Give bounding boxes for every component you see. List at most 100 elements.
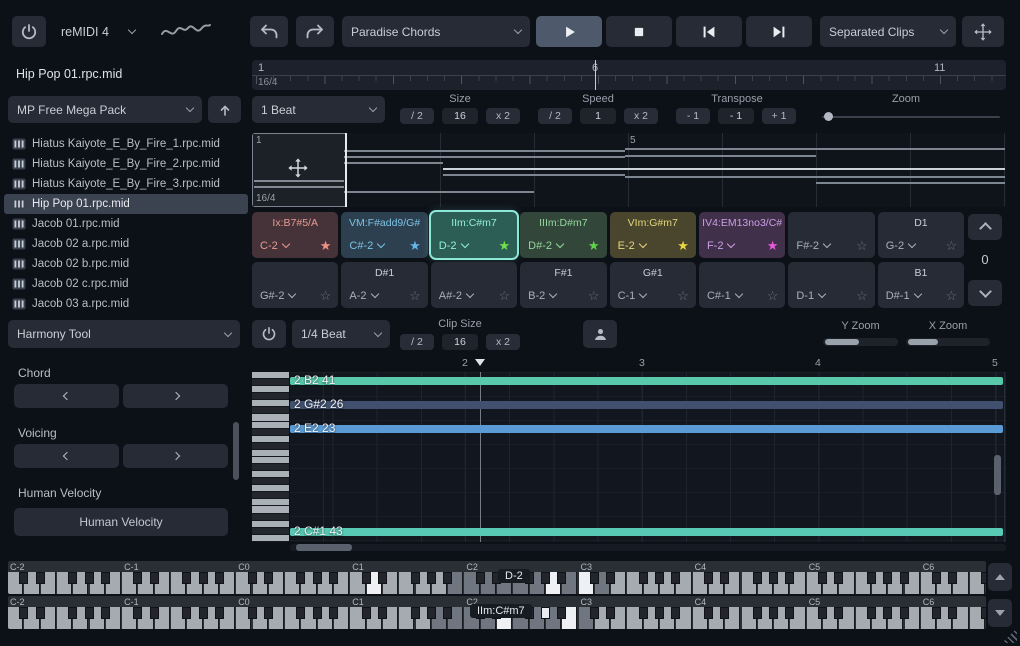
trigger-note-dropdown[interactable]: A#-2 (439, 290, 473, 302)
chord-pad[interactable]: IIIm:D#m7D#-2★ (520, 212, 606, 258)
y-zoom-slider[interactable] (823, 338, 898, 346)
piano-roll-keys[interactable] (252, 372, 290, 542)
black-key[interactable] (182, 607, 191, 619)
black-key[interactable] (150, 607, 159, 619)
mini-white-key[interactable] (252, 386, 289, 393)
trigger-note-dropdown[interactable]: F-2 (707, 240, 735, 252)
black-key[interactable] (362, 607, 371, 619)
black-key[interactable] (606, 607, 615, 619)
black-key[interactable] (36, 572, 45, 584)
black-key[interactable] (720, 572, 729, 584)
black-key[interactable] (639, 572, 648, 584)
chord-pad[interactable]: F#1B-2☆ (520, 262, 606, 308)
black-key[interactable] (948, 572, 957, 584)
roll-hscrollbar[interactable] (290, 544, 1006, 551)
star-icon[interactable]: ☆ (945, 289, 957, 302)
mini-white-key[interactable] (252, 372, 289, 379)
chord-pad[interactable]: C#-1☆ (699, 262, 785, 308)
keyboard-scroll-up-button[interactable] (988, 563, 1012, 591)
clip-size-value[interactable]: 16 (442, 334, 478, 350)
upper-keyboard[interactable]: D-2 C-2C-1C0C1C2C3C4C5C6 (8, 561, 986, 594)
chord-prev-button[interactable] (14, 384, 119, 408)
trigger-note-dropdown[interactable]: F#-2 (796, 240, 830, 252)
black-key[interactable] (704, 607, 713, 619)
load-parent-folder-button[interactable] (208, 96, 241, 123)
black-key[interactable] (753, 607, 762, 619)
black-key[interactable] (785, 607, 794, 619)
mini-black-key[interactable] (252, 528, 289, 535)
mini-black-key[interactable] (252, 407, 289, 414)
trigger-note-dropdown[interactable]: C#-2 (349, 240, 384, 252)
zoom-slider[interactable] (822, 116, 1000, 118)
mini-white-key[interactable] (252, 400, 289, 407)
black-key[interactable] (883, 607, 892, 619)
y-zoom-handle[interactable] (825, 339, 859, 345)
overview-move-icon[interactable] (287, 157, 309, 184)
mini-black-key[interactable] (252, 393, 289, 400)
chord-pad[interactable]: IIm:C#m7D-2★ (431, 212, 517, 258)
black-key[interactable] (199, 607, 208, 619)
file-list-item[interactable]: Jacob 02 c.rpc.mid (4, 274, 248, 294)
pack-dropdown[interactable]: MP Free Mega Pack (8, 96, 202, 123)
black-key[interactable] (85, 572, 94, 584)
mini-white-key[interactable] (252, 506, 289, 513)
mini-white-key[interactable] (252, 499, 289, 506)
resize-handle[interactable] (1002, 628, 1017, 643)
grid-octave-down-button[interactable] (968, 280, 1002, 306)
midi-note[interactable]: 2 B2 41 (290, 377, 1003, 385)
clip-size-double-button[interactable]: x 2 (486, 334, 520, 350)
chord-pad[interactable]: A#-2☆ (431, 262, 517, 308)
black-key[interactable] (900, 572, 909, 584)
black-key[interactable] (867, 572, 876, 584)
trigger-note-dropdown[interactable]: B-2 (528, 290, 556, 302)
black-key[interactable] (720, 607, 729, 619)
star-icon[interactable]: ☆ (409, 289, 421, 302)
mini-black-key[interactable] (252, 443, 289, 450)
black-key[interactable] (818, 607, 827, 619)
black-key[interactable] (427, 572, 436, 584)
star-icon[interactable]: ☆ (767, 289, 779, 302)
star-icon[interactable]: ☆ (856, 239, 868, 252)
play-button[interactable] (536, 16, 602, 47)
black-key[interactable] (199, 572, 208, 584)
midi-note[interactable]: 2 G#2 26 (290, 401, 1003, 409)
black-key[interactable] (411, 607, 420, 619)
black-key[interactable] (655, 607, 664, 619)
trigger-note-dropdown[interactable]: D-1 (796, 290, 825, 302)
star-icon[interactable]: ★ (767, 239, 779, 252)
black-key[interactable] (557, 607, 566, 619)
human-velocity-button[interactable]: Human Velocity (14, 508, 228, 536)
roll-beat-dropdown[interactable]: 1/4 Beat (292, 320, 390, 348)
zoom-slider-handle[interactable] (824, 112, 833, 121)
drag-midi-button[interactable] (583, 320, 617, 348)
file-list-item[interactable]: Hip Pop 01.rpc.mid (4, 194, 248, 214)
black-key[interactable] (296, 607, 305, 619)
tool-panel-scrollbar[interactable] (233, 422, 239, 480)
black-key[interactable] (753, 572, 762, 584)
black-key[interactable] (411, 572, 420, 584)
star-icon[interactable]: ☆ (856, 289, 868, 302)
star-icon[interactable]: ★ (499, 239, 511, 252)
black-key[interactable] (639, 607, 648, 619)
chord-pad[interactable]: IV4:EM13no3/C#F-2★ (699, 212, 785, 258)
file-list-item[interactable]: Hiatus Kaiyote_E_By_Fire_3.rpc.mid (4, 174, 248, 194)
black-key[interactable] (818, 572, 827, 584)
black-key[interactable] (671, 572, 680, 584)
star-icon[interactable]: ☆ (588, 289, 600, 302)
timeline-ruler[interactable]: 1 6 11 16/4 (252, 60, 1006, 90)
mini-black-key[interactable] (252, 429, 289, 436)
black-key[interactable] (834, 572, 843, 584)
black-key[interactable] (541, 572, 550, 584)
tool-dropdown[interactable]: Harmony Tool (8, 320, 240, 348)
black-key[interactable] (606, 572, 615, 584)
trigger-note-dropdown[interactable]: C-1 (618, 290, 647, 302)
black-key[interactable] (19, 572, 28, 584)
black-key[interactable] (704, 572, 713, 584)
mini-white-key[interactable] (252, 485, 289, 492)
trigger-note-dropdown[interactable]: D#-2 (528, 240, 563, 252)
trigger-note-dropdown[interactable]: E-2 (618, 240, 646, 252)
star-icon[interactable]: ★ (588, 239, 600, 252)
voicing-next-button[interactable] (123, 444, 228, 468)
mini-white-key[interactable] (252, 521, 289, 528)
voicing-prev-button[interactable] (14, 444, 119, 468)
